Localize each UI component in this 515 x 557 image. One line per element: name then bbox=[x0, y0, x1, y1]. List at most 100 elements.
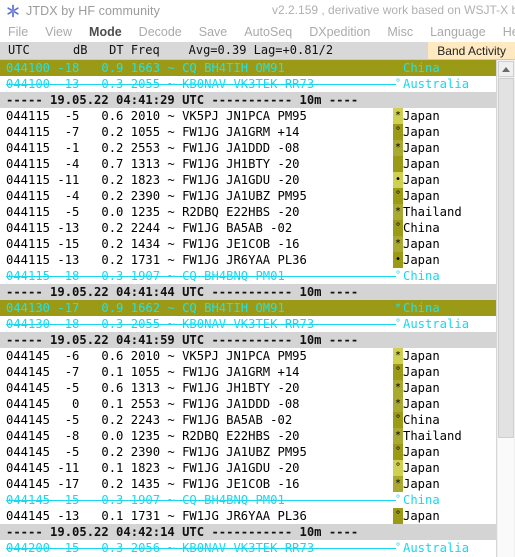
worked-status-marker: ° bbox=[393, 460, 403, 476]
worked-status-marker: * bbox=[393, 428, 403, 444]
worked-status-marker: ° bbox=[393, 124, 403, 140]
decode-text: 044115 -1 0.2 2553 ~ FW1JG JA1DDD -08 bbox=[6, 141, 300, 155]
decode-text: 044145 -6 0.6 2010 ~ VK5PJ JN1PCA PM95 bbox=[6, 349, 307, 363]
tab-band-activity[interactable]: Band Activity bbox=[428, 42, 515, 59]
window-title: JTDX by HF community bbox=[26, 4, 160, 18]
decode-row[interactable]: 044200 -15 0.3 2056 ~ KB0NAV VK3TEK RR73… bbox=[0, 540, 497, 556]
worked-status-marker: ° bbox=[393, 220, 403, 236]
decode-row[interactable]: 044115 -11 0.2 1823 ~ FW1JG JA1GDU -20 • J… bbox=[0, 172, 497, 188]
decode-row[interactable]: 044145 0 0.1 2553 ~ FW1JG JA1DDD -08 * Jap… bbox=[0, 396, 497, 412]
country-label: Thailand bbox=[403, 429, 462, 443]
decode-row[interactable]: 044115 -4 0.7 1313 ~ FW1JG JH1BTY -20 Jap… bbox=[0, 156, 497, 172]
worked-status-marker bbox=[393, 156, 403, 172]
worked-status-marker: ° bbox=[394, 542, 402, 553]
menu-item-save[interactable]: Save bbox=[199, 25, 228, 39]
menu-item-autoseq[interactable]: AutoSeq bbox=[244, 25, 292, 39]
decode-row[interactable]: 044145 -5 0.2 2243 ~ FW1JG BA5AB -02 ° Chi… bbox=[0, 412, 497, 428]
decode-row[interactable]: 044145 -13 0.1 1731 ~ FW1JG JR6YAA PL36 °… bbox=[0, 508, 497, 524]
decode-row[interactable]: 044145 -5 0.2 2390 ~ FW1JG JA1UBZ PM95 ° J… bbox=[0, 444, 497, 460]
worked-status-marker: ° bbox=[393, 508, 403, 524]
decode-text: 044115 -13 0.2 2244 ~ FW1JG BA5AB -02 bbox=[6, 221, 293, 235]
decode-row[interactable]: 044145 -7 0.1 1055 ~ FW1JG JA1GRM +14 ° Ja… bbox=[0, 364, 497, 380]
country-label: Japan bbox=[403, 349, 440, 363]
worked-status-marker: * bbox=[393, 108, 403, 124]
country-label: Japan bbox=[403, 109, 440, 123]
decode-row[interactable]: 044145 -6 0.6 2010 ~ VK5PJ JN1PCA PM95 * J… bbox=[0, 348, 497, 364]
country-label: Japan bbox=[403, 125, 440, 139]
scrollbar-up-button[interactable] bbox=[498, 61, 514, 77]
decode-text: 044115 -11 0.2 1823 ~ FW1JG JA1GDU -20 bbox=[6, 173, 300, 187]
decode-separator-row[interactable]: ----- 19.05.22 04:42:14 UTC ----------- … bbox=[0, 524, 497, 540]
decode-separator-row[interactable]: ----- 19.05.22 04:41:44 UTC ----------- … bbox=[0, 284, 497, 300]
menu-item-language[interactable]: Language bbox=[430, 25, 486, 39]
worked-status-marker bbox=[393, 332, 403, 348]
menu-item-mode[interactable]: Mode bbox=[89, 25, 122, 39]
menu-item-file[interactable]: File bbox=[8, 25, 28, 39]
worked-status-marker bbox=[393, 92, 403, 108]
worked-status-marker: ° bbox=[393, 444, 403, 460]
decode-row[interactable]: 044145 -8 0.0 1235 ~ R2DBQ E22HBS -20 * Th… bbox=[0, 428, 497, 444]
country-label: Thailand bbox=[403, 205, 462, 219]
menu-item-view[interactable]: View bbox=[45, 25, 72, 39]
decode-separator-row[interactable]: ----- 19.05.22 04:41:59 UTC ----------- … bbox=[0, 332, 497, 348]
decode-row[interactable]: 044145 -11 0.1 1823 ~ FW1JG JA1GDU -20 ° J… bbox=[0, 460, 497, 476]
decode-row[interactable]: 044115 -5 0.6 2010 ~ VK5PJ JN1PCA PM95 * J… bbox=[0, 108, 497, 124]
menu-item-misc[interactable]: Misc bbox=[387, 25, 413, 39]
country-label: China bbox=[403, 221, 440, 235]
country-label: Japan bbox=[403, 237, 440, 251]
decode-row[interactable]: 044115 -13 0.2 1731 ~ FW1JG JR6YAA PL36 •… bbox=[0, 252, 497, 268]
decode-row[interactable]: 044130 -17 0.9 1662 ~ CQ BH4TIH OM91 * Chi… bbox=[0, 300, 497, 316]
decode-text: 044145 -17 0.2 1435 ~ FW1JG JE1COB -16 bbox=[6, 477, 300, 491]
decodes-list[interactable]: 044100 -18 0.9 1663 ~ CQ BH4TIH OM91 Chin… bbox=[0, 60, 497, 557]
worked-status-marker: ° bbox=[394, 494, 402, 505]
decode-text: 044115 -4 0.7 1313 ~ FW1JG JH1BTY -20 bbox=[6, 157, 300, 171]
country-label: Japan bbox=[403, 461, 440, 475]
decode-separator-row[interactable]: ----- 19.05.22 04:41:29 UTC ----------- … bbox=[0, 92, 497, 108]
country-label: China bbox=[403, 269, 440, 283]
worked-status-marker: * bbox=[393, 140, 403, 156]
decode-text: 044145 -5 0.2 2390 ~ FW1JG JA1UBZ PM95 bbox=[6, 445, 307, 459]
decode-text: 044145 -13 0.1 1731 ~ FW1JG JR6YAA PL36 bbox=[6, 509, 307, 523]
decode-row[interactable]: 044145 -17 0.2 1435 ~ FW1JG JE1COB -16 * J… bbox=[0, 476, 497, 492]
decode-row[interactable]: 044115 -5 0.0 1235 ~ R2DBQ E22HBS -20 * Th… bbox=[0, 204, 497, 220]
decodes-scrollbar[interactable] bbox=[496, 60, 515, 557]
decode-row[interactable]: 044115 -13 0.2 2244 ~ FW1JG BA5AB -02 ° Ch… bbox=[0, 220, 497, 236]
menu-item-dxpedition[interactable]: DXpedition bbox=[309, 25, 370, 39]
column-header-text: UTC dB DT Freq Avg=0.39 Lag=+0.81/2 bbox=[8, 43, 334, 57]
menu-item-help[interactable]: Help bbox=[503, 25, 515, 39]
worked-status-marker: • bbox=[393, 252, 403, 268]
worked-status-marker: • bbox=[393, 172, 403, 188]
decode-text: 044115 -13 0.2 1731 ~ FW1JG JR6YAA PL36 bbox=[6, 253, 307, 267]
decode-row[interactable]: 044115 -4 0.2 2390 ~ FW1JG JA1UBZ PM95 ° J… bbox=[0, 188, 497, 204]
triangle-up-icon bbox=[502, 66, 510, 72]
worked-status-marker: * bbox=[393, 476, 403, 492]
country-label: Japan bbox=[403, 141, 440, 155]
decode-text: 044145 -5 0.2 2243 ~ FW1JG BA5AB -02 bbox=[6, 413, 293, 427]
decode-text: 044115 -7 0.2 1055 ~ FW1JG JA1GRM +14 bbox=[6, 125, 300, 139]
country-label: China bbox=[403, 301, 440, 315]
country-label: Japan bbox=[403, 365, 440, 379]
country-label: Australia bbox=[403, 541, 470, 555]
decode-text: 044145 -11 0.1 1823 ~ FW1JG JA1GDU -20 bbox=[6, 461, 300, 475]
decode-text: 044145 -8 0.0 1235 ~ R2DBQ E22HBS -20 bbox=[6, 429, 300, 443]
country-label: Australia bbox=[403, 77, 470, 91]
decode-row[interactable]: 044115 -15 0.2 1434 ~ FW1JG JE1COB -16 * J… bbox=[0, 236, 497, 252]
decode-text: 044145 -7 0.1 1055 ~ FW1JG JA1GRM +14 bbox=[6, 365, 300, 379]
worked-status-marker: * bbox=[393, 396, 403, 412]
band-activity-panel: 044100 -18 0.9 1663 ~ CQ BH4TIH OM91 Chin… bbox=[0, 60, 515, 557]
decode-row[interactable]: 044100 -13 0.3 2055 ~ KB0NAV VK3TEK RR73… bbox=[0, 76, 497, 92]
decode-row[interactable]: 044130 -18 0.3 2055 ~ KB0NAV VK3TEK RR73… bbox=[0, 316, 497, 332]
decode-text: ----- 19.05.22 04:41:59 UTC ----------- … bbox=[6, 333, 359, 347]
scrollbar-track[interactable] bbox=[498, 438, 514, 557]
worked-status-marker bbox=[393, 524, 403, 540]
scrollbar-thumb[interactable] bbox=[498, 78, 514, 438]
decode-row[interactable]: 044100 -18 0.9 1663 ~ CQ BH4TIH OM91 Chin… bbox=[0, 60, 497, 76]
decode-row[interactable]: 044115 -7 0.2 1055 ~ FW1JG JA1GRM +14 ° Ja… bbox=[0, 124, 497, 140]
menu-item-decode[interactable]: Decode bbox=[139, 25, 182, 39]
menu-bar: File View Mode Decode Save AutoSeq DXped… bbox=[0, 22, 515, 42]
decode-row[interactable]: 044115 -1 0.2 2553 ~ FW1JG JA1DDD -08 * Ja… bbox=[0, 140, 497, 156]
decode-row[interactable]: 044145 -5 0.6 1313 ~ FW1JG JH1BTY -20 * Ja… bbox=[0, 380, 497, 396]
decode-text: 044115 -5 0.6 2010 ~ VK5PJ JN1PCA PM95 bbox=[6, 109, 307, 123]
decode-row[interactable]: 044115 -18 0.3 1907 ~ CQ BH4BNQ PM01 ° Chi… bbox=[0, 268, 497, 284]
decode-row[interactable]: 044145 -15 0.3 1907 ~ CQ BH4BNQ PM01 ° Chi… bbox=[0, 492, 497, 508]
